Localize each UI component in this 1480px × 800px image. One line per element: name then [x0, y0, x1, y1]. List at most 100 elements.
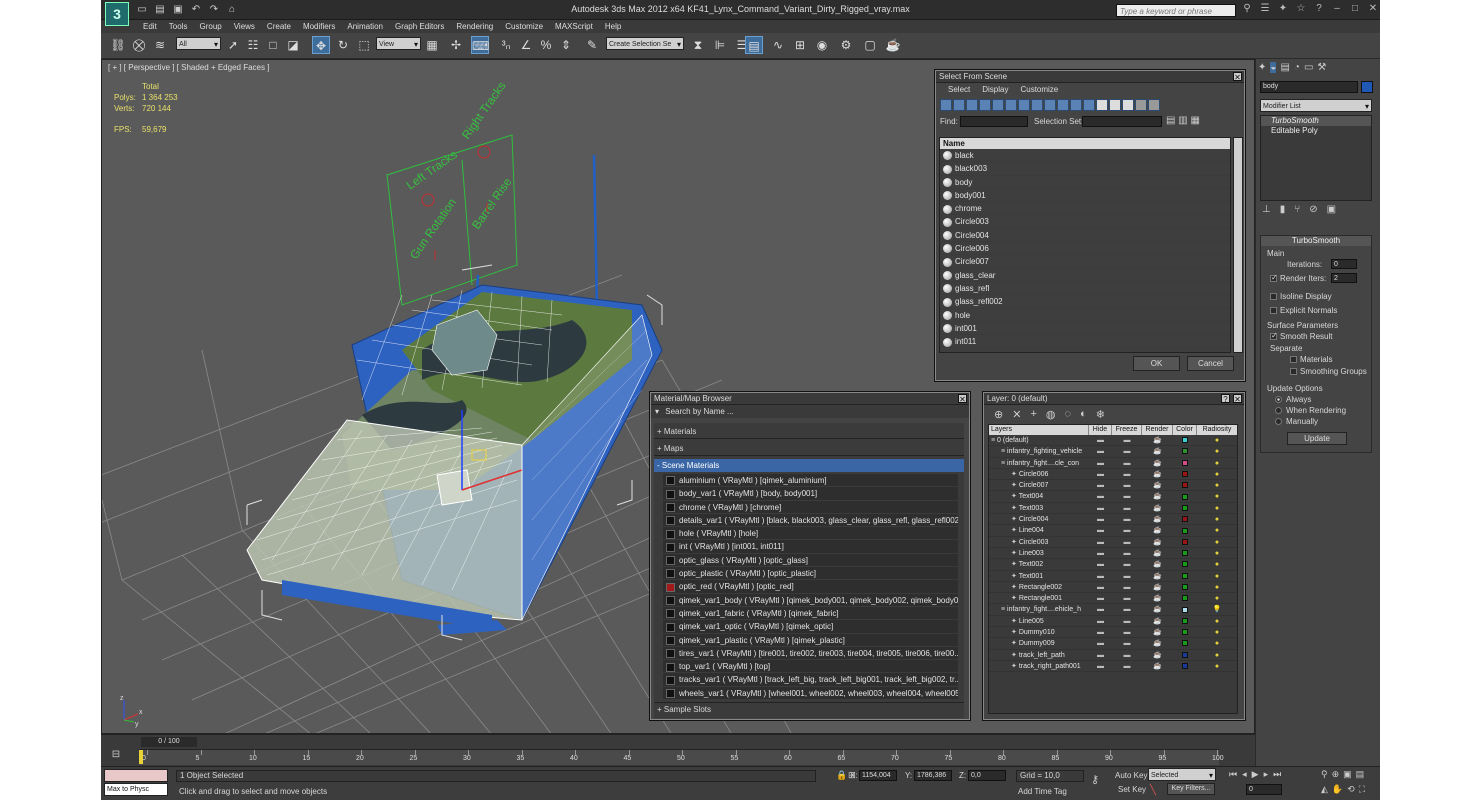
filter-hidden-icon[interactable] — [1083, 99, 1095, 111]
hide-toggle-icon[interactable]: ▬ — [1089, 559, 1112, 569]
modifier-list-dropdown[interactable]: Modifier List — [1260, 99, 1372, 113]
layer-color-cell[interactable] — [1173, 627, 1197, 637]
radiosity-bulb-icon[interactable]: ● — [1197, 616, 1237, 626]
bind-spacewarp-icon[interactable]: ≋ — [151, 36, 169, 54]
layer-row[interactable]: ✦ Dummy010 ▬ ▬ ☕ ● — [989, 627, 1237, 639]
radiosity-bulb-icon[interactable]: ● — [1197, 638, 1237, 648]
hide-toggle-icon[interactable]: ▬ — [1089, 458, 1112, 468]
hide-toggle-icon[interactable]: ▬ — [1089, 469, 1112, 479]
freeze-toggle-icon[interactable]: ▬ — [1112, 661, 1142, 671]
select-object-icon[interactable]: ➚ — [224, 36, 242, 54]
scene-object-row[interactable]: Circle006 — [940, 242, 1230, 256]
field-of-view-icon[interactable]: ◭ — [1321, 784, 1328, 795]
render-toggle-icon[interactable]: ☕ — [1142, 604, 1173, 614]
open-file-icon[interactable]: ▤ — [153, 3, 167, 16]
help-icon[interactable]: ? — [1221, 394, 1230, 404]
hold-icon[interactable]: ⌂ — [225, 3, 239, 16]
scene-material-row[interactable]: body_var1 ( VRayMtl ) [body, body001] — [663, 487, 958, 501]
percent-snap-icon[interactable]: % — [537, 36, 555, 54]
hide-toggle-icon[interactable]: ▬ — [1089, 650, 1112, 660]
app-logo[interactable]: 3 — [105, 2, 129, 26]
layer-color-cell[interactable] — [1173, 571, 1197, 581]
col-render[interactable]: Render — [1142, 425, 1173, 435]
filter-helpers-icon[interactable] — [992, 99, 1004, 111]
select-layer-objects-icon[interactable]: ◍ — [1046, 408, 1056, 421]
radiosity-bulb-icon[interactable]: ● — [1197, 458, 1237, 468]
render-toggle-icon[interactable]: ☕ — [1142, 469, 1173, 479]
hide-toggle-icon[interactable]: ▬ — [1089, 593, 1112, 603]
layer-color-cell[interactable] — [1173, 582, 1197, 592]
radiosity-bulb-icon[interactable]: 💡 — [1197, 604, 1237, 614]
render-toggle-icon[interactable]: ☕ — [1142, 491, 1173, 501]
delete-layer-icon[interactable]: ✕ — [1012, 408, 1021, 421]
freeze-toggle-icon[interactable]: ▬ — [1112, 627, 1142, 637]
hide-toggle-icon[interactable]: ▬ — [1089, 582, 1112, 592]
layer-row[interactable]: ✦ Circle004 ▬ ▬ ☕ ● — [989, 514, 1237, 526]
next-frame-icon[interactable]: ▸ — [1264, 769, 1269, 780]
show-end-result-icon[interactable]: ▮ — [1280, 204, 1286, 215]
favorites-icon[interactable]: ☆ — [1295, 3, 1307, 15]
layer-row[interactable]: ≡ 0 (default) ▬ ▬ ☕ ● — [989, 435, 1237, 447]
scene-object-row[interactable]: int001 — [940, 322, 1230, 336]
filter-bones-icon[interactable] — [1044, 99, 1056, 111]
layer-row[interactable]: ✦ track_right_path001 ▬ ▬ ☕ ● — [989, 661, 1237, 673]
filter-groups-icon[interactable] — [1018, 99, 1030, 111]
zoom-extents-icon[interactable]: ▣ — [1343, 769, 1352, 780]
hide-toggle-icon[interactable]: ▬ — [1089, 491, 1112, 501]
zoom-icon[interactable]: ⚲ — [1321, 769, 1328, 780]
hide-toggle-icon[interactable]: ▬ — [1089, 548, 1112, 558]
menu-help[interactable]: Help — [599, 21, 627, 32]
iterations-spinner[interactable]: 0 — [1331, 259, 1357, 269]
render-toggle-icon[interactable]: ☕ — [1142, 548, 1173, 558]
play-icon[interactable]: ▶ — [1252, 769, 1259, 780]
stack-item-turbosmooth[interactable]: TurboSmooth — [1261, 116, 1371, 126]
zoom-all-icon[interactable]: ⊕ — [1332, 769, 1340, 780]
close-icon[interactable]: ✕ — [958, 394, 967, 404]
freeze-toggle-icon[interactable]: ▬ — [1112, 514, 1142, 524]
layer-row[interactable]: ✦ Circle006 ▬ ▬ ☕ ● — [989, 469, 1237, 481]
render-toggle-icon[interactable]: ☕ — [1142, 582, 1173, 592]
hide-toggle-icon[interactable]: ▬ — [1089, 446, 1112, 456]
pan-icon[interactable]: ✋ — [1332, 784, 1343, 795]
sfs-scrollbar[interactable] — [1233, 137, 1243, 353]
menu-group[interactable]: Group — [193, 21, 227, 32]
layer-color-cell[interactable] — [1173, 458, 1197, 468]
scene-object-row[interactable]: body — [940, 176, 1230, 189]
scene-object-row[interactable]: black — [940, 149, 1230, 163]
go-to-start-icon[interactable]: ⏮ — [1229, 769, 1237, 780]
maximize-viewport-icon[interactable]: ⛶ — [1359, 784, 1365, 795]
render-toggle-icon[interactable]: ☕ — [1142, 559, 1173, 569]
filter-cameras-icon[interactable] — [979, 99, 991, 111]
radiosity-bulb-icon[interactable]: ● — [1197, 650, 1237, 660]
radiosity-bulb-icon[interactable]: ● — [1197, 525, 1237, 535]
col-color[interactable]: Color — [1173, 425, 1197, 435]
freeze-toggle-icon[interactable]: ▬ — [1112, 593, 1142, 603]
scene-material-row[interactable]: chrome ( VRayMtl ) [chrome] — [663, 500, 958, 514]
new-file-icon[interactable]: ▭ — [135, 3, 149, 16]
render-iters-spinner[interactable]: 2 — [1331, 273, 1357, 283]
sfs-menu-customize[interactable]: Customize — [1020, 83, 1058, 96]
radiosity-bulb-icon[interactable]: ● — [1197, 446, 1237, 456]
orbit-icon[interactable]: ⟲ — [1347, 784, 1355, 795]
scene-object-row[interactable]: glass_refl002 — [940, 295, 1230, 309]
maps-section[interactable]: + Maps — [654, 442, 964, 456]
select-invert-icon[interactable] — [1122, 99, 1134, 111]
reference-coordinate-dropdown[interactable]: View — [376, 37, 421, 51]
freeze-toggle-icon[interactable]: ▬ — [1112, 548, 1142, 558]
render-iters-checkbox[interactable] — [1270, 273, 1278, 283]
scene-object-row[interactable]: glass_clear — [940, 269, 1230, 282]
align-icon[interactable]: ⊫ — [711, 36, 729, 54]
layer-row[interactable]: ✦ Line005 ▬ ▬ ☕ ● — [989, 616, 1237, 628]
hide-toggle-icon[interactable]: ▬ — [1089, 480, 1112, 490]
highlight-layer-icon[interactable]: ◌ — [1064, 408, 1071, 420]
select-and-move-icon[interactable]: ✥ — [312, 36, 330, 54]
auto-key-button[interactable]: Auto Key — [1115, 771, 1147, 780]
col-hide[interactable]: Hide — [1089, 425, 1112, 435]
material-browser-title[interactable]: Material/Map Browser — [651, 393, 969, 405]
freeze-toggle-icon[interactable]: ▬ — [1112, 638, 1142, 648]
hide-toggle-icon[interactable]: ▬ — [1089, 514, 1112, 524]
selection-set-dropdown[interactable] — [1082, 116, 1162, 127]
sfs-menu-select[interactable]: Select — [948, 83, 970, 96]
hide-toggle-icon[interactable]: ▬ — [1089, 571, 1112, 581]
link-icon[interactable]: ⛓ — [109, 36, 127, 54]
